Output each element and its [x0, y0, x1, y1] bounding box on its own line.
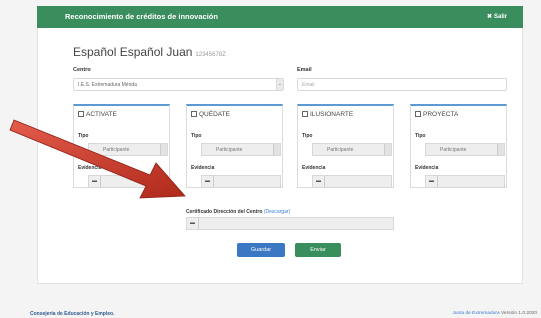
footer-right: Junta de Extremadura Versión 1.0.2020: [452, 311, 537, 316]
download-link[interactable]: (Descargar): [264, 209, 290, 215]
evidencia-file-input[interactable]: ▬: [88, 175, 168, 188]
tipo-select[interactable]: Participante: [312, 143, 392, 156]
panel-title-label: PROYECTA: [423, 111, 459, 118]
tipo-select[interactable]: Participante: [88, 143, 168, 156]
panel-title[interactable]: PROYECTA: [415, 111, 458, 118]
centro-select[interactable]: I.E.S. Extremadura Mérida: [73, 78, 284, 91]
tipo-label: Tipo: [415, 133, 426, 139]
checkbox[interactable]: [302, 111, 308, 117]
evidencia-label: Evidencia: [191, 165, 215, 171]
footer-ministry: Consejería de Educación y Empleo.: [30, 311, 115, 317]
panel-title[interactable]: QUÉDATE: [191, 111, 230, 118]
folder-icon[interactable]: ▬: [187, 218, 199, 229]
evidencia-label: Evidencia: [302, 165, 326, 171]
app-title: Reconocimiento de créditos de innovación: [65, 12, 218, 21]
panel-ilusionarte: ILUSIONARTE Tipo Participante Evidencia …: [297, 104, 394, 188]
panel-title-label: ILUSIONARTE: [310, 111, 354, 118]
certificate-file-input[interactable]: ▬: [186, 217, 394, 230]
folder-icon[interactable]: ▬: [313, 176, 325, 187]
panel-quedate: QUÉDATE Tipo Participante Evidencia ▬: [186, 104, 283, 188]
close-icon: ✖: [486, 14, 492, 20]
evidencia-file-input[interactable]: ▬: [425, 175, 505, 188]
tipo-label: Tipo: [78, 133, 89, 139]
evidencia-file-input[interactable]: ▬: [312, 175, 392, 188]
tipo-select[interactable]: Participante: [425, 143, 505, 156]
folder-icon[interactable]: ▬: [89, 176, 101, 187]
evidencia-file-input[interactable]: ▬: [201, 175, 281, 188]
email-label: Email: [297, 67, 312, 73]
centro-value: I.E.S. Extremadura Mérida: [78, 82, 137, 88]
header-bar: Reconocimiento de créditos de innovación…: [37, 6, 523, 28]
folder-icon[interactable]: ▬: [202, 176, 214, 187]
tipo-value: Participante: [103, 147, 130, 153]
panel-title[interactable]: ILUSIONARTE: [302, 111, 353, 118]
chevron-down-icon: [160, 144, 167, 155]
centro-label: Centro: [73, 67, 91, 73]
chevron-down-icon[interactable]: ⌄: [276, 79, 283, 90]
tipo-label: Tipo: [302, 133, 313, 139]
checkbox[interactable]: [78, 111, 84, 117]
checkbox[interactable]: [415, 111, 421, 117]
tipo-label: Tipo: [191, 133, 202, 139]
send-button[interactable]: Enviar: [295, 243, 341, 257]
chevron-down-icon: [273, 144, 280, 155]
folder-icon[interactable]: ▬: [426, 176, 438, 187]
panel-title[interactable]: ACTIVATE: [78, 111, 117, 118]
user-full-name: Español Español Juan: [73, 45, 193, 59]
panel-title-label: ACTIVATE: [86, 111, 117, 118]
exit-button[interactable]: ✖ Salir: [487, 13, 507, 20]
user-id: 12345678Z: [195, 52, 226, 58]
footer-junta-link[interactable]: Junta de Extremadura: [452, 311, 499, 316]
panel-activate: ACTIVATE Tipo Participante Evidencia ▬: [73, 104, 170, 188]
email-placeholder: Email: [302, 82, 315, 88]
chevron-down-icon: [384, 144, 391, 155]
tipo-value: Participante: [440, 147, 467, 153]
certificate-label-text: Certificado Dirección del Centro: [186, 209, 263, 215]
tipo-select[interactable]: Participante: [201, 143, 281, 156]
evidencia-label: Evidencia: [415, 165, 439, 171]
panel-title-label: QUÉDATE: [199, 111, 230, 118]
certificate-label: Certificado Dirección del Centro (Descar…: [186, 209, 290, 215]
tipo-value: Participante: [327, 147, 354, 153]
chevron-down-icon: [497, 144, 504, 155]
checkbox[interactable]: [191, 111, 197, 117]
user-name: Español Español Juan 12345678Z: [73, 45, 226, 59]
evidencia-label: Evidencia: [78, 165, 102, 171]
email-field[interactable]: Email: [297, 78, 507, 91]
save-button[interactable]: Guardar: [237, 243, 285, 257]
tipo-value: Participante: [216, 147, 243, 153]
panel-proyecta: PROYECTA Tipo Participante Evidencia ▬: [410, 104, 507, 188]
footer-version: Versión 1.0.2020: [500, 311, 537, 316]
exit-label: Salir: [493, 14, 507, 20]
